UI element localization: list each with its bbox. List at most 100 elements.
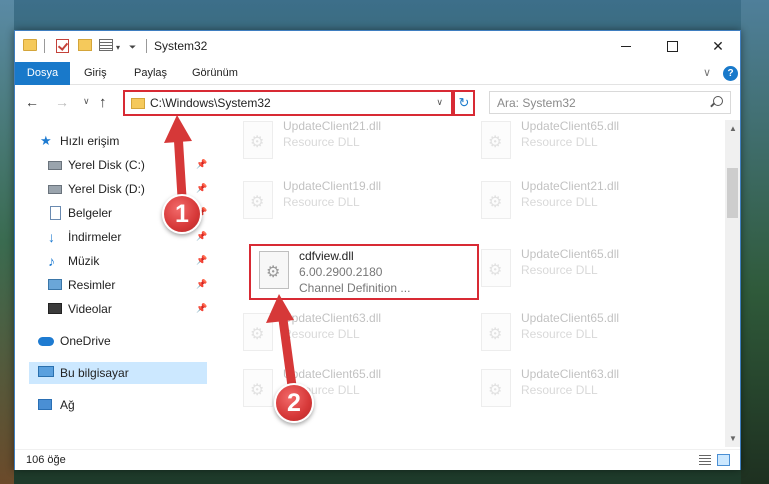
file-item[interactable]: UpdateClient19.dll Resource DLL — [235, 176, 465, 232]
scroll-up-icon[interactable]: ▲ — [729, 124, 737, 133]
file-name: UpdateClient65.dll — [283, 367, 382, 381]
sidebar-item-label: Bu bilgisayar — [60, 366, 129, 380]
sidebar-item-network[interactable]: Ağ — [15, 394, 211, 416]
help-icon[interactable]: ? — [723, 66, 738, 81]
chevron-down-icon[interactable]: ▾ — [116, 39, 124, 55]
dll-file-icon — [243, 313, 273, 351]
folder-icon — [23, 39, 37, 51]
drive-icon — [48, 161, 62, 170]
sidebar-item-label: Müzik — [68, 254, 100, 268]
navigation-bar: ← → ∨ ↑ C:\Windows\System32 ∨ ↻ Ara: Sys… — [15, 86, 740, 120]
properties-check-icon[interactable] — [56, 39, 69, 53]
sidebar-item-label: Yerel Disk (C:) — [68, 158, 145, 172]
maximize-button[interactable] — [649, 31, 695, 61]
expand-ribbon-icon[interactable]: ∨ — [703, 66, 711, 79]
ribbon-bar: Dosya Giriş Paylaş Görünüm ∨ ? — [15, 62, 740, 85]
recent-locations-icon[interactable]: ∨ — [83, 96, 90, 107]
sidebar-item-pictures[interactable]: Resimler 📌 — [15, 274, 211, 296]
folder-icon — [131, 98, 145, 109]
video-icon — [48, 303, 62, 314]
new-folder-icon[interactable] — [78, 39, 92, 51]
sidebar-item-videos[interactable]: Videolar 📌 — [15, 298, 211, 320]
navigation-pane: ★ Hızlı erişim Yerel Disk (C:) 📌 Yerel D… — [15, 120, 211, 447]
file-name: UpdateClient65.dll — [521, 120, 620, 133]
address-bar[interactable]: C:\Windows\System32 ∨ — [123, 90, 453, 116]
tab-home[interactable]: Giriş — [73, 62, 118, 85]
dll-file-icon — [481, 121, 511, 159]
sidebar-item-label: Videolar — [68, 302, 112, 316]
search-placeholder: Ara: System32 — [497, 96, 576, 110]
file-description: Resource DLL — [521, 383, 598, 397]
customize-toolbar-icon[interactable]: ⏷ — [129, 39, 139, 55]
file-description: Resource DLL — [283, 195, 360, 209]
file-item[interactable]: UpdateClient63.dll Resource DLL — [473, 364, 703, 420]
download-icon: ↓ — [48, 229, 55, 245]
music-icon: ♪ — [48, 253, 55, 269]
tab-file[interactable]: Dosya — [15, 62, 70, 85]
forward-arrow-icon[interactable]: → — [55, 94, 69, 110]
dll-file-icon — [243, 181, 273, 219]
sidebar-item-label: Yerel Disk (D:) — [68, 182, 145, 196]
dll-file-icon — [243, 369, 273, 407]
file-version: 6.00.2900.2180 — [299, 265, 383, 279]
details-view-icon[interactable] — [699, 455, 711, 465]
close-button[interactable]: ✕ — [695, 31, 741, 61]
sidebar-item-label: Hızlı erişim — [60, 134, 120, 148]
document-icon — [50, 206, 61, 220]
file-item[interactable]: UpdateClient63.dll Resource DLL — [235, 308, 465, 364]
up-arrow-icon[interactable]: ↑ — [99, 94, 107, 111]
scroll-down-icon[interactable]: ▼ — [729, 434, 737, 443]
title-bar: ▾ ⏷ System32 ✕ — [15, 31, 740, 62]
properties-icon[interactable] — [99, 39, 113, 51]
back-arrow-icon[interactable]: ← — [25, 94, 39, 110]
scrollbar-thumb[interactable] — [727, 168, 738, 218]
window-title: System32 — [154, 39, 208, 53]
sidebar-item-local-disk-c[interactable]: Yerel Disk (C:) 📌 — [15, 154, 211, 176]
desktop-background-left — [0, 0, 14, 484]
status-bar: 106 öğe — [15, 449, 740, 470]
sidebar-item-onedrive[interactable]: OneDrive — [15, 330, 211, 352]
sidebar-item-quick-access[interactable]: ★ Hızlı erişim — [15, 130, 211, 152]
refresh-button[interactable]: ↻ — [453, 90, 475, 116]
file-name: cdfview.dll — [299, 249, 354, 263]
file-description: Resource DLL — [521, 327, 598, 341]
file-item-cdfview[interactable]: cdfview.dll 6.00.2900.2180 Channel Defin… — [249, 244, 479, 300]
file-description: Resource DLL — [283, 327, 360, 341]
sidebar-item-music[interactable]: ♪ Müzik 📌 — [15, 250, 211, 272]
file-item[interactable]: UpdateClient65.dll Resource DLL — [473, 308, 703, 364]
vertical-scrollbar[interactable]: ▲ ▼ — [725, 120, 740, 447]
address-path[interactable]: C:\Windows\System32 — [150, 96, 271, 110]
sidebar-item-label: Ağ — [60, 398, 75, 412]
file-item[interactable]: UpdateClient65.dll Resource DLL — [473, 244, 703, 300]
step-2-badge: 2 — [274, 383, 314, 423]
sidebar-item-label: Belgeler — [68, 206, 113, 220]
drive-icon — [48, 185, 62, 194]
file-name: UpdateClient21.dll — [283, 120, 382, 133]
dll-file-icon — [481, 369, 511, 407]
tab-view[interactable]: Görünüm — [181, 62, 249, 85]
file-item[interactable]: UpdateClient21.dll Resource DLL — [473, 176, 703, 232]
search-input[interactable]: Ara: System32 — [489, 91, 731, 114]
file-description: Resource DLL — [521, 263, 598, 277]
pictures-icon — [48, 279, 62, 290]
file-description: Resource DLL — [521, 195, 598, 209]
file-explorer-window: ▾ ⏷ System32 ✕ Dosya Giriş Paylaş Görünü… — [14, 30, 741, 470]
dll-file-icon — [259, 251, 289, 289]
file-name: UpdateClient21.dll — [521, 179, 620, 193]
step-1-badge: 1 — [162, 194, 202, 234]
chevron-down-icon[interactable]: ∨ — [436, 97, 443, 108]
star-icon: ★ — [40, 133, 52, 148]
minimize-button[interactable] — [603, 31, 649, 61]
sidebar-item-this-pc[interactable]: Bu bilgisayar — [29, 362, 207, 384]
sidebar-item-label: İndirmeler — [68, 230, 122, 244]
pin-icon: 📌 — [196, 231, 208, 241]
large-icons-view-icon[interactable] — [717, 454, 730, 466]
dll-file-icon — [243, 121, 273, 159]
pin-icon: 📌 — [196, 303, 208, 313]
item-count: 106 öğe — [26, 454, 66, 466]
tab-share[interactable]: Paylaş — [123, 62, 178, 85]
sidebar-item-label: Resimler — [68, 278, 116, 292]
file-item[interactable]: UpdateClient65.dll Resource DLL — [473, 120, 703, 172]
file-item[interactable]: UpdateClient65.dll Resource DLL — [235, 364, 465, 420]
file-item[interactable]: UpdateClient21.dll Resource DLL — [235, 120, 465, 172]
